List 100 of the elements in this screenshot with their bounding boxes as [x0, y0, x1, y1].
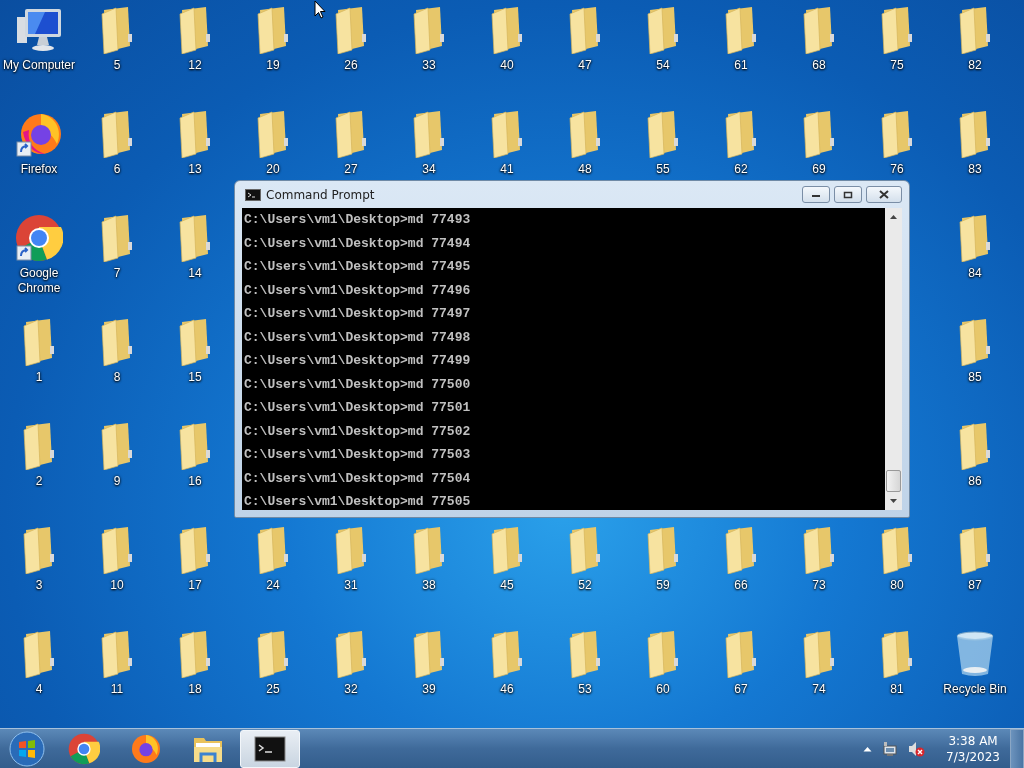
desktop-icon-label[interactable]: 53: [546, 682, 624, 697]
folder-icon[interactable]: [334, 110, 368, 158]
folder-icon[interactable]: [724, 6, 758, 54]
desktop-icon-label[interactable]: 69: [780, 162, 858, 177]
folder-icon[interactable]: [334, 630, 368, 678]
folder-icon[interactable]: [490, 630, 524, 678]
desktop-icon-label[interactable]: 14: [156, 266, 234, 281]
desktop-icon-label[interactable]: 11: [78, 682, 156, 697]
desktop-icon-label[interactable]: 55: [624, 162, 702, 177]
recycle-bin-icon[interactable]: [955, 630, 995, 678]
folder-icon[interactable]: [802, 110, 836, 158]
folder-icon[interactable]: [22, 422, 56, 470]
folder-icon[interactable]: [568, 110, 602, 158]
minimize-button[interactable]: [802, 186, 830, 203]
folder-icon[interactable]: [100, 214, 134, 262]
desktop-icon-label[interactable]: 4: [0, 682, 78, 697]
desktop-icon-label[interactable]: 25: [234, 682, 312, 697]
folder-icon[interactable]: [646, 526, 680, 574]
desktop-icon-label[interactable]: 6: [78, 162, 156, 177]
desktop-icon-label[interactable]: 81: [858, 682, 936, 697]
scroll-down-icon[interactable]: [889, 498, 898, 504]
scroll-up-icon[interactable]: [889, 214, 898, 220]
folder-icon[interactable]: [724, 526, 758, 574]
scrollbar[interactable]: [885, 208, 902, 510]
folder-icon[interactable]: [646, 110, 680, 158]
desktop-icon-label[interactable]: 84: [936, 266, 1014, 281]
desktop-icon-label[interactable]: My Computer: [0, 58, 78, 73]
folder-icon[interactable]: [178, 526, 212, 574]
desktop-icon-label[interactable]: 17: [156, 578, 234, 593]
desktop-icon-label[interactable]: 10: [78, 578, 156, 593]
desktop-icon-label[interactable]: 7: [78, 266, 156, 281]
folder-icon[interactable]: [568, 526, 602, 574]
desktop-icon-label[interactable]: 60: [624, 682, 702, 697]
folder-icon[interactable]: [958, 6, 992, 54]
desktop-icon-label[interactable]: 3: [0, 578, 78, 593]
folder-icon[interactable]: [568, 6, 602, 54]
desktop-icon-label[interactable]: 40: [468, 58, 546, 73]
desktop-icon-label[interactable]: Google Chrome: [0, 266, 78, 296]
desktop-icon-label[interactable]: 86: [936, 474, 1014, 489]
folder-icon[interactable]: [100, 110, 134, 158]
desktop-icon-label[interactable]: 39: [390, 682, 468, 697]
folder-icon[interactable]: [256, 630, 290, 678]
close-button[interactable]: [866, 186, 902, 203]
desktop-icon-label[interactable]: Firefox: [0, 162, 78, 177]
desktop-icon-label[interactable]: 80: [858, 578, 936, 593]
clock-date[interactable]: 7/3/2023: [946, 748, 1000, 765]
folder-icon[interactable]: [100, 630, 134, 678]
folder-icon[interactable]: [490, 526, 524, 574]
computer-icon[interactable]: [15, 6, 63, 54]
folder-icon[interactable]: [802, 630, 836, 678]
desktop-icon-label[interactable]: 75: [858, 58, 936, 73]
folder-icon[interactable]: [178, 630, 212, 678]
show-desktop-button[interactable]: [1010, 728, 1024, 768]
folder-icon[interactable]: [412, 110, 446, 158]
desktop-icon-label[interactable]: 1: [0, 370, 78, 385]
folder-icon[interactable]: [490, 6, 524, 54]
desktop-icon-label[interactable]: 2: [0, 474, 78, 489]
desktop-icon-label[interactable]: 13: [156, 162, 234, 177]
folder-icon[interactable]: [802, 6, 836, 54]
folder-icon[interactable]: [958, 110, 992, 158]
desktop-icon-label[interactable]: 18: [156, 682, 234, 697]
folder-icon[interactable]: [880, 110, 914, 158]
desktop-icon-label[interactable]: 33: [390, 58, 468, 73]
folder-icon[interactable]: [880, 630, 914, 678]
folder-icon[interactable]: [334, 6, 368, 54]
folder-icon[interactable]: [178, 422, 212, 470]
desktop-icon-label[interactable]: 19: [234, 58, 312, 73]
desktop-icon-label[interactable]: 16: [156, 474, 234, 489]
network-icon[interactable]: [882, 740, 899, 757]
folder-icon[interactable]: [334, 526, 368, 574]
folder-icon[interactable]: [22, 318, 56, 366]
folder-icon[interactable]: [256, 6, 290, 54]
folder-icon[interactable]: [22, 526, 56, 574]
desktop-icon-label[interactable]: 9: [78, 474, 156, 489]
folder-icon[interactable]: [256, 110, 290, 158]
desktop-icon-label[interactable]: 68: [780, 58, 858, 73]
folder-icon[interactable]: [412, 6, 446, 54]
folder-icon[interactable]: [412, 630, 446, 678]
desktop-icon-label[interactable]: 34: [390, 162, 468, 177]
desktop-icon-label[interactable]: 5: [78, 58, 156, 73]
desktop-icon-label[interactable]: 20: [234, 162, 312, 177]
desktop-icon-label[interactable]: 52: [546, 578, 624, 593]
folder-icon[interactable]: [646, 630, 680, 678]
folder-icon[interactable]: [958, 526, 992, 574]
folder-icon[interactable]: [178, 6, 212, 54]
scrollbar-thumb[interactable]: [886, 470, 901, 492]
folder-icon[interactable]: [880, 526, 914, 574]
folder-icon[interactable]: [100, 6, 134, 54]
desktop-icon-label[interactable]: 67: [702, 682, 780, 697]
folder-icon[interactable]: [412, 526, 446, 574]
folder-icon[interactable]: [958, 422, 992, 470]
folder-icon[interactable]: [802, 526, 836, 574]
desktop-icon-label[interactable]: 38: [390, 578, 468, 593]
folder-icon[interactable]: [100, 526, 134, 574]
folder-icon[interactable]: [178, 318, 212, 366]
desktop-icon-label[interactable]: 8: [78, 370, 156, 385]
desktop-icon-label[interactable]: 46: [468, 682, 546, 697]
desktop-icon-label[interactable]: 48: [546, 162, 624, 177]
desktop-icon-label[interactable]: 73: [780, 578, 858, 593]
folder-icon[interactable]: [880, 6, 914, 54]
